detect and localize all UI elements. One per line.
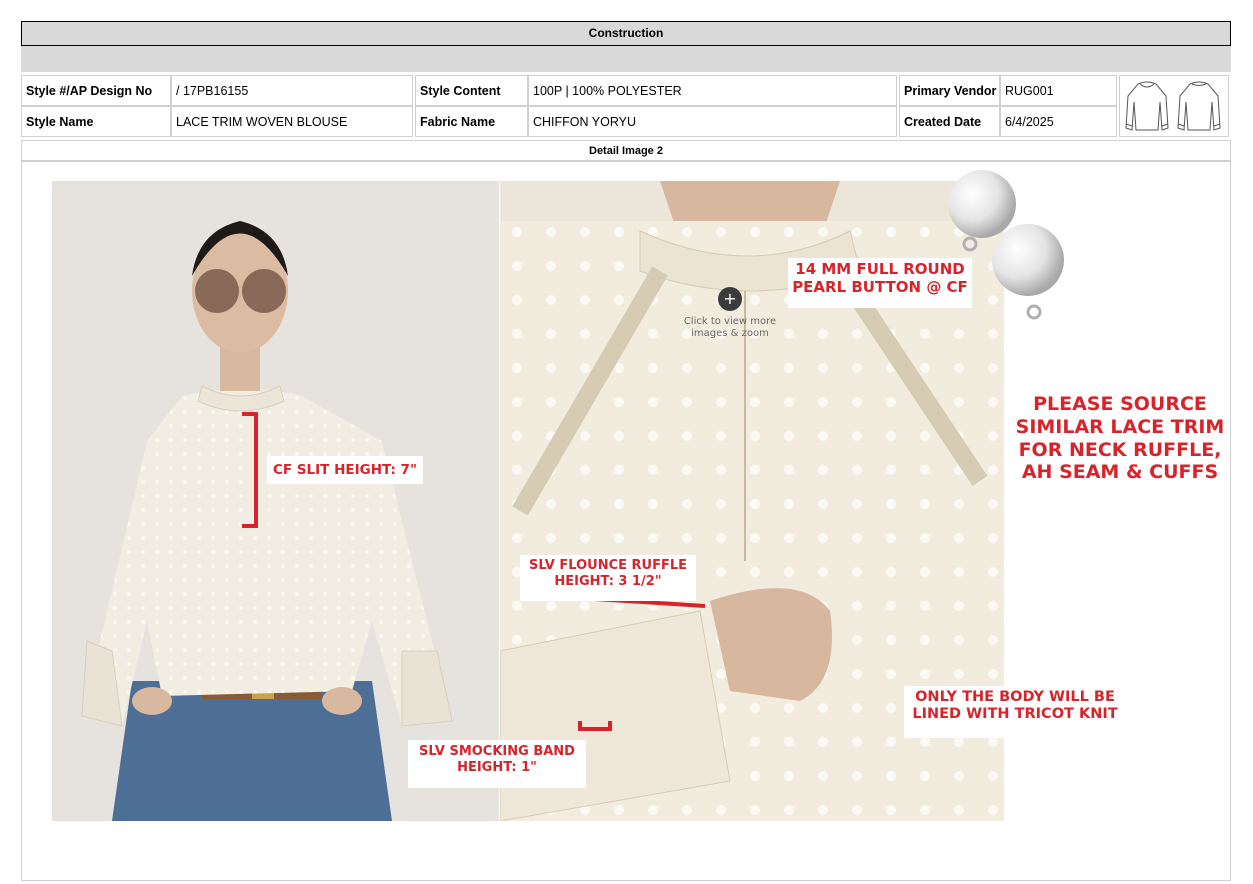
fabric-name-label: Fabric Name — [415, 106, 528, 137]
flounce-line2: HEIGHT: 3 1/2" — [554, 573, 662, 589]
created-value: 6/4/2025 — [1000, 106, 1117, 137]
style-content-value: 100P | 100% POLYESTER — [528, 75, 897, 106]
section-title: Construction — [21, 21, 1231, 46]
flounce-line1: SLV FLOUNCE RUFFLE — [528, 558, 688, 573]
style-no-label: Style #/AP Design No — [21, 75, 171, 106]
lining-line2: LINED WITH TRICOT KNIT — [912, 706, 1118, 723]
style-no-value: / 17PB16155 — [171, 75, 413, 106]
zoom-hint-line1: Click to view more — [683, 316, 777, 327]
flounce-callout: SLV FLOUNCE RUFFLE HEIGHT: 3 1/2" — [520, 555, 696, 601]
blouse-sketch-icon — [1125, 81, 1221, 131]
fabric-name-value: CHIFFON YORYU — [528, 106, 897, 137]
lining-line1: ONLY THE BODY WILL BE — [915, 689, 1115, 705]
header-spacer — [21, 46, 1231, 72]
smocking-callout: SLV SMOCKING BAND HEIGHT: 1" — [408, 740, 586, 788]
vendor-label: Primary Vendor — [899, 75, 1000, 106]
pearl-button-callout: 14 MM FULL ROUND PEARL BUTTON @ CF — [788, 258, 972, 308]
cf-slit-marker — [242, 412, 258, 528]
cf-slit-callout: CF SLIT HEIGHT: 7" — [267, 456, 423, 484]
lace-source-line1: PLEASE SOURCE — [1033, 393, 1207, 415]
zoom-hint-line2: images & zoom — [691, 328, 769, 339]
detail-title: Detail Image 2 — [21, 140, 1231, 161]
lace-source-line2: SIMILAR LACE TRIM — [1015, 415, 1225, 438]
svg-text:+: + — [723, 289, 736, 308]
style-name-label: Style Name — [21, 106, 171, 137]
lace-source-callout: PLEASE SOURCE SIMILAR LACE TRIM FOR NECK… — [1008, 393, 1232, 484]
zoom-hint: Click to view more images & zoom — [672, 316, 788, 340]
pearl-button-line2: PEARL BUTTON @ CF — [792, 278, 968, 296]
smocking-line1: SLV SMOCKING BAND — [419, 744, 575, 759]
style-name-value: LACE TRIM WOVEN BLOUSE — [171, 106, 413, 137]
model-photo-left — [52, 181, 499, 821]
flat-sketch-thumbnail — [1119, 75, 1229, 137]
pearl-button-line1: 14 MM FULL ROUND — [795, 260, 965, 278]
smocking-line2: HEIGHT: 1" — [457, 759, 537, 775]
lace-source-line4: AH SEAM & CUFFS — [1021, 461, 1219, 484]
created-label: Created Date — [899, 106, 1000, 137]
vendor-value: RUG001 — [1000, 75, 1117, 106]
lining-callout: ONLY THE BODY WILL BE LINED WITH TRICOT … — [904, 686, 1126, 738]
lace-source-line3: FOR NECK RUFFLE, — [1018, 438, 1222, 461]
style-content-label: Style Content — [415, 75, 528, 106]
